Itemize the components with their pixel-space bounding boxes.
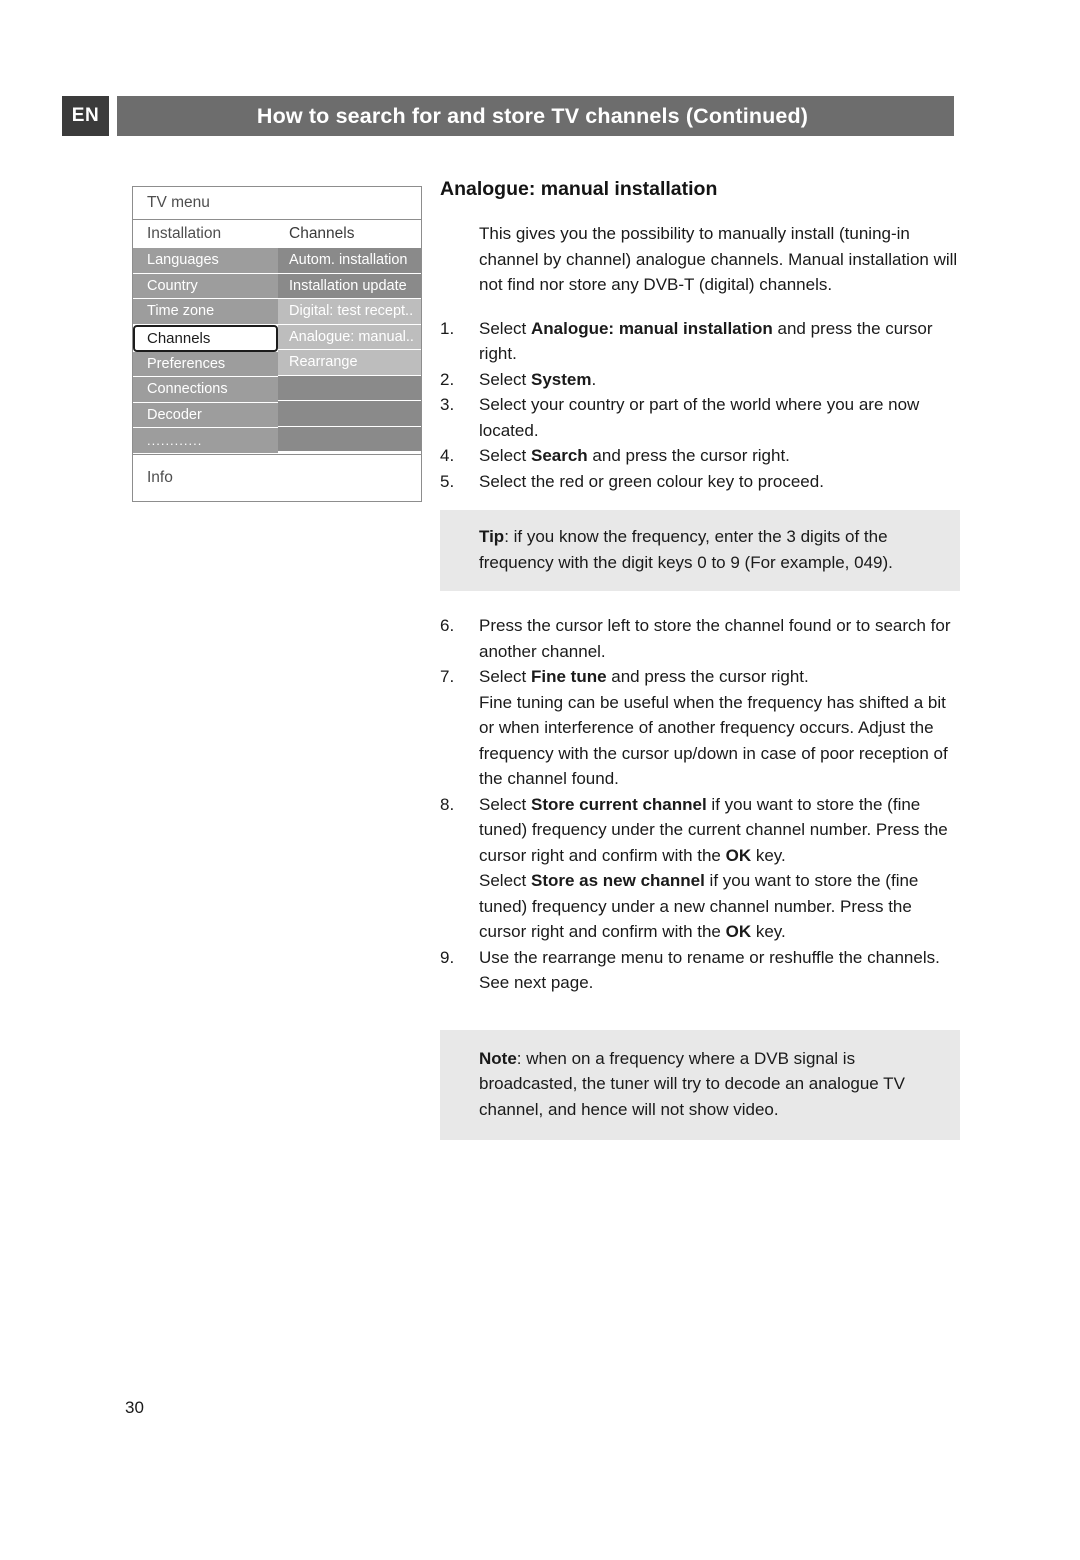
steps-list-first: 1. Select Analogue: manual installation a… <box>440 316 960 495</box>
intro-paragraph: This gives you the possibility to manual… <box>479 224 958 294</box>
tv-menu-item-connections[interactable]: Connections <box>133 377 278 403</box>
step-item: 8. Select Store current channel if you wa… <box>440 792 960 945</box>
header-divider <box>109 96 117 136</box>
page-number: 30 <box>125 1398 144 1417</box>
step-fragment: . <box>591 369 597 389</box>
note-text: : when on a frequency where a DVB signal… <box>479 1048 905 1119</box>
tv-menu-item-installation-update[interactable]: Installation update <box>278 273 421 299</box>
step-emphasis: System <box>530 369 592 389</box>
step-item: 3. Select your country or part of the wor… <box>440 392 960 443</box>
step-emphasis: OK <box>725 845 752 865</box>
tv-menu-item-decoder[interactable]: Decoder <box>133 402 278 428</box>
main-content: Analogue: manual installation This gives… <box>440 178 960 1162</box>
tv-menu-right-subhead: Channels <box>278 220 421 248</box>
page-title: How to search for and store TV channels … <box>117 96 954 136</box>
step-emphasis: Search <box>530 446 588 465</box>
step-number: 4. <box>440 446 455 465</box>
step-fragment: Use the rearrange menu to rename or resh… <box>479 947 940 993</box>
tv-menu-item-preferences[interactable]: Preferences <box>133 351 278 377</box>
step-fragment: Select <box>479 446 531 465</box>
step-number: 1. <box>440 318 455 338</box>
step-fragment: and press the cursor right. <box>606 667 809 686</box>
step-fragment: Select <box>479 794 531 814</box>
tv-menu-item-country[interactable]: Country <box>133 273 278 299</box>
tv-menu-right-blank-2 <box>278 401 421 427</box>
tip-label: Tip <box>479 527 505 546</box>
tv-menu-item-more[interactable]: ............ <box>133 428 278 454</box>
step-fragment: Select <box>479 871 531 890</box>
step-fragment: Select <box>479 318 531 338</box>
step-text: Use the rearrange menu to rename or resh… <box>479 945 960 996</box>
step-number: 2. <box>440 369 455 389</box>
step-number: 5. <box>440 471 455 491</box>
tv-menu-right-column: Channels Autom. installation Installatio… <box>278 220 421 454</box>
step-number: 7. <box>440 667 455 686</box>
steps-list-second: 6. Press the cursor left to store the cha… <box>440 613 960 996</box>
step-item: 6. Press the cursor left to store the cha… <box>440 613 960 664</box>
tv-menu-item-autom-installation[interactable]: Autom. installation <box>278 248 421 274</box>
language-badge: EN <box>62 96 109 136</box>
tv-menu-info-label: Info <box>147 468 173 486</box>
step-fragment: Press the cursor left to store the chann… <box>479 616 951 661</box>
tv-menu-item-analogue-manual[interactable]: Analogue: manual.. <box>278 324 421 350</box>
step-fragment: and press the cursor right. <box>587 446 790 465</box>
step-text: Select Fine tune and press the cursor ri… <box>479 664 960 792</box>
step-fragment: Fine tuning can be useful when the frequ… <box>479 692 948 789</box>
step-text: Select the red or green colour key to pr… <box>479 469 960 495</box>
tv-menu-mock: TV menu Installation Languages Country T… <box>132 186 422 502</box>
page-header: EN How to search for and store TV channe… <box>62 96 954 136</box>
tv-menu-item-languages[interactable]: Languages <box>133 248 278 274</box>
step-text: Press the cursor left to store the chann… <box>479 613 960 664</box>
step-text: Select Store current channel if you want… <box>479 792 960 945</box>
step-fragment: Select <box>479 667 531 686</box>
step-item: 1. Select Analogue: manual installation a… <box>440 316 960 367</box>
step-text: Select Analogue: manual installation and… <box>479 316 960 367</box>
tv-menu-left-column: Installation Languages Country Time zone… <box>133 220 278 454</box>
tip-text: : if you know the frequency, enter the 3… <box>479 527 893 572</box>
step-number: 6. <box>440 616 455 635</box>
step-fragment: Select your country or part of the world… <box>479 395 920 440</box>
note-label: Note <box>479 1048 517 1068</box>
step-text: Select your country or part of the world… <box>479 392 960 443</box>
step-emphasis: Store current channel <box>530 794 707 814</box>
step-item: 9. Use the rearrange menu to rename or re… <box>440 945 960 996</box>
tv-menu-item-digital-test-recept[interactable]: Digital: test recept.. <box>278 299 421 325</box>
tv-menu-item-channels[interactable]: Channels <box>133 324 278 352</box>
note-callout: Note: when on a frequency where a DVB si… <box>440 1029 960 1140</box>
tv-menu-item-time-zone[interactable]: Time zone <box>133 299 278 325</box>
step-item: 2. Select System. <box>440 367 960 393</box>
step-text: Select Search and press the cursor right… <box>479 443 960 469</box>
step-fragment: key. <box>751 845 786 865</box>
tv-menu-left-subhead: Installation <box>133 220 278 248</box>
step-number: 3. <box>440 395 455 414</box>
step-number: 8. <box>440 794 455 814</box>
step-emphasis: Store as new channel <box>530 871 705 890</box>
tv-menu-columns: Installation Languages Country Time zone… <box>133 220 421 455</box>
tv-menu-right-blank-1 <box>278 375 421 401</box>
tv-menu-title: TV menu <box>133 187 421 220</box>
section-title: Analogue: manual installation <box>440 178 718 200</box>
step-emphasis: Analogue: manual installation <box>530 318 773 338</box>
tv-menu-right-blank-3 <box>278 426 421 452</box>
step-fragment: Select <box>479 369 531 389</box>
step-number: 9. <box>440 947 455 967</box>
step-text: Select System. <box>479 367 960 393</box>
step-emphasis: Fine tune <box>530 667 607 686</box>
tv-menu-item-rearrange[interactable]: Rearrange <box>278 350 421 376</box>
step-fragment: key. <box>751 922 786 941</box>
tip-callout: Tip: if you know the frequency, enter th… <box>440 510 960 591</box>
step-item: 5. Select the red or green colour key to … <box>440 469 960 495</box>
step-fragment: Select the red or green colour key to pr… <box>479 471 824 491</box>
step-item: 4. Select Search and press the cursor rig… <box>440 443 960 469</box>
step-item: 7. Select Fine tune and press the cursor … <box>440 664 960 792</box>
step-emphasis: OK <box>725 922 752 941</box>
